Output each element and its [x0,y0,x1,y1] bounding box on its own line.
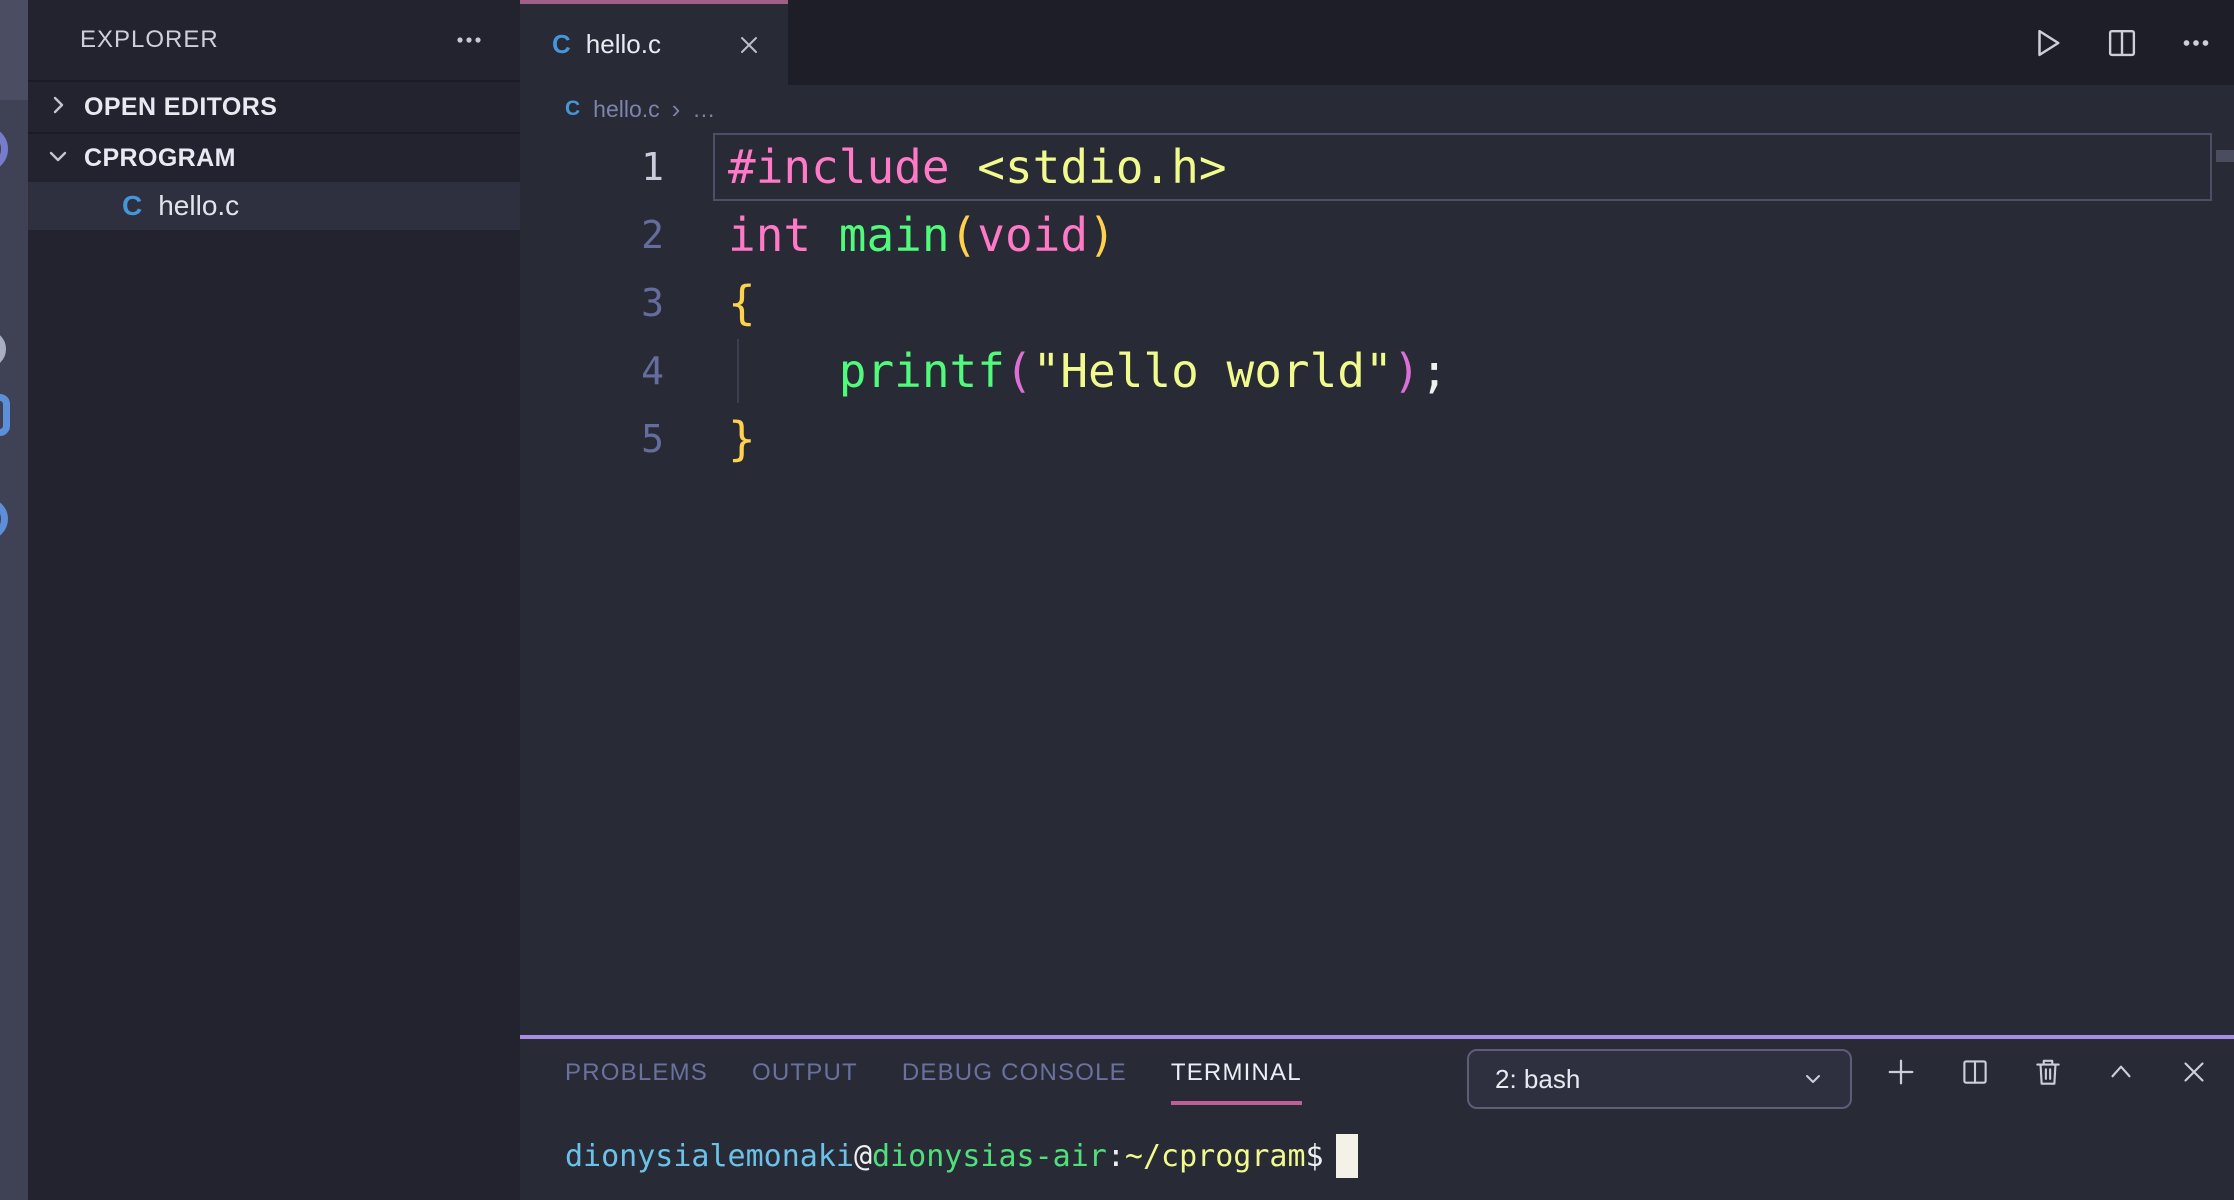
prompt-segment: : [1107,1139,1125,1174]
panel-actions [1883,1039,2211,1105]
code-line-content[interactable]: #include <stdio.h> [713,133,2212,201]
run-icon[interactable] [2027,23,2067,63]
code-token [728,344,839,398]
code-line-5[interactable]: 5} [520,405,2234,473]
shell-select-value: 2: bash [1495,1064,1580,1095]
chevron-right-icon [46,93,70,122]
panel-tabs: PROBLEMS OUTPUT DEBUG CONSOLE TERMINAL [565,1039,1302,1105]
code-token: ) [1393,344,1421,398]
code-line-3[interactable]: 3{ [520,269,2234,337]
sidebar-section-cprogram[interactable]: CPROGRAM [28,134,520,182]
editor-area: C hello.c C hello.c › [520,0,2234,1035]
explorer-sidebar: EXPLORER OPEN EDITORS CPROGRAM C hello.c [28,0,520,1200]
code-token: main [839,208,950,262]
code-token: ) [1088,208,1116,262]
breadcrumb-file[interactable]: hello.c [593,96,659,123]
panel-bar: PROBLEMS OUTPUT DEBUG CONSOLE TERMINAL 2: b… [520,1039,2234,1105]
tab-bar: C hello.c [520,0,2234,85]
breadcrumb: C hello.c › … [520,85,2234,133]
line-number: 1 [520,133,664,201]
code-line-content[interactable]: } [713,405,2212,473]
chevron-down-icon [1798,1064,1828,1094]
code-token: ( [1005,344,1033,398]
code-line-content[interactable]: { [713,269,2212,337]
terminal-content[interactable]: dionysialemonaki@dionysias-air:~/cprogra… [520,1105,2234,1181]
code-token [950,140,978,194]
cropped-icon[interactable] [0,330,6,368]
code-token: ( [950,208,978,262]
sidebar-header: EXPLORER [28,0,520,80]
code-line-1[interactable]: 1 #include <stdio.h> [520,133,2234,201]
vscode-window: EXPLORER OPEN EDITORS CPROGRAM C hello.c [0,0,2234,1200]
prompt-segment: @ [854,1139,872,1174]
cropped-icon[interactable] [0,394,10,436]
kill-terminal-trash-icon[interactable] [2031,1055,2065,1089]
code-token: { [728,276,756,330]
sidebar-section-open-editors[interactable]: OPEN EDITORS [28,80,520,134]
file-name: hello.c [158,190,239,222]
cropped-icon[interactable] [0,498,8,540]
code-token: } [728,412,756,466]
c-file-icon: C [552,29,571,60]
tab-hello-c[interactable]: C hello.c [520,0,788,85]
line-number: 5 [520,405,664,473]
overview-ruler-cursor-marker [2216,150,2234,162]
prompt-segment: dionysialemonaki [565,1139,854,1174]
more-actions-icon[interactable] [452,23,486,57]
code-token: ; [1420,344,1448,398]
code-lines: 1#include <stdio.h>2int main(void)3{4 pr… [520,133,2234,473]
section-label: CPROGRAM [84,144,236,173]
panel-tab-debug-console[interactable]: DEBUG CONSOLE [902,1039,1127,1105]
terminal-shell-select[interactable]: 2: bash [1467,1049,1852,1109]
line-number: 4 [520,337,664,405]
code-token: printf [839,344,1005,398]
code-line-4[interactable]: 4 printf("Hello world"); [520,337,2234,405]
split-terminal-icon[interactable] [1958,1055,1992,1089]
section-label: OPEN EDITORS [84,93,277,122]
editor-actions [2027,0,2234,85]
code-line-2[interactable]: 2 int main(void) [520,201,2234,269]
code-token [811,208,839,262]
prompt-segment: dionysias-air [872,1139,1107,1174]
close-tab-icon[interactable] [736,32,762,58]
code-token: #include [728,140,950,194]
terminal-prompt: dionysialemonaki@dionysias-air:~/cprogra… [565,1139,1324,1174]
panel-tab-terminal[interactable]: TERMINAL [1171,1039,1302,1105]
indent-guide-line [737,339,739,403]
activity-bar-partial [0,0,28,1200]
code-editor[interactable]: 1#include <stdio.h>2int main(void)3{4 pr… [520,133,2234,1035]
terminal-cursor [1336,1134,1358,1178]
cropped-extension-icon[interactable] [0,126,8,172]
prompt-segment: ~/cprogram [1125,1139,1306,1174]
maximize-panel-chevron-up-icon[interactable] [2104,1055,2138,1089]
code-token: "Hello world" [1033,344,1393,398]
close-panel-icon[interactable] [2177,1055,2211,1089]
more-actions-icon[interactable] [2177,24,2215,62]
c-file-icon: C [565,97,580,121]
file-item-hello-c[interactable]: C hello.c [28,182,520,230]
bottom-panel: PROBLEMS OUTPUT DEBUG CONSOLE TERMINAL 2: b… [520,1035,2234,1200]
new-terminal-icon[interactable] [1883,1054,1919,1090]
chevron-down-icon [46,144,70,173]
code-line-content[interactable]: printf("Hello world"); [713,337,2212,405]
code-line-content[interactable]: int main(void) [713,201,2212,269]
code-token: void [977,208,1088,262]
code-token: <stdio.h> [977,140,1226,194]
line-number: 3 [520,269,664,337]
prompt-segment: $ [1306,1139,1324,1174]
breadcrumb-separator-icon: › [672,96,681,122]
sidebar-title: EXPLORER [80,26,219,54]
panel-tab-output[interactable]: OUTPUT [752,1039,858,1105]
panel-tab-problems[interactable]: PROBLEMS [565,1039,708,1105]
breadcrumb-more[interactable]: … [692,96,715,123]
tab-label: hello.c [586,29,661,60]
code-token: int [728,208,811,262]
activity-bar-top [0,0,28,100]
split-editor-icon[interactable] [2103,24,2141,62]
c-file-icon: C [122,190,142,222]
line-number: 2 [520,201,664,269]
